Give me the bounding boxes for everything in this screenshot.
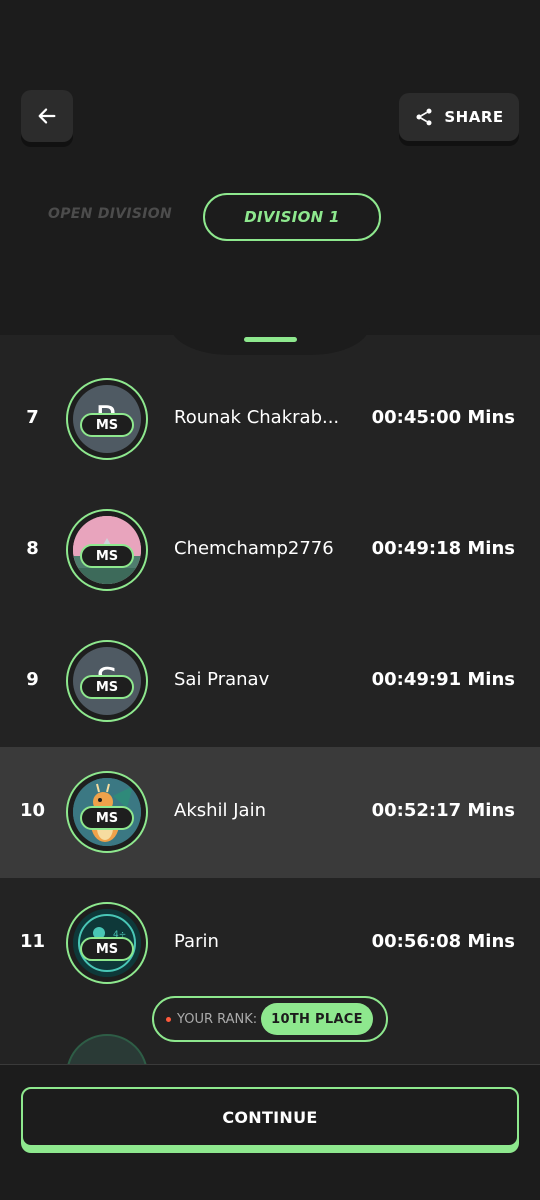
completion-time: 00:56:08 Mins (371, 931, 515, 952)
completion-time: 00:52:17 Mins (371, 800, 515, 821)
rank-number: 8 (26, 538, 39, 559)
player-name: Sai Pranav (174, 669, 270, 690)
share-button[interactable]: SHARE (399, 93, 519, 141)
level-badge: MS (80, 544, 134, 568)
tab-open-division[interactable]: OPEN DIVISION (48, 206, 172, 228)
your-rank-label: YOUR RANK: (177, 1011, 258, 1027)
level-badge: MS (80, 806, 134, 830)
player-name: Parin (174, 931, 219, 952)
sheet-notch (170, 315, 370, 355)
arrow-left-icon (38, 108, 56, 124)
player-name: Chemchamp2776 (174, 538, 334, 559)
player-name: Akshil Jain (174, 800, 266, 821)
header (0, 0, 540, 335)
rank-number: 9 (26, 669, 39, 690)
share-label: SHARE (444, 108, 504, 126)
continue-button[interactable]: CONTINUE (21, 1087, 519, 1147)
leaderboard-row[interactable]: 8 MS Chemchamp2776 00:49:18 Mins (0, 485, 540, 616)
completion-time: 00:45:00 Mins (371, 407, 515, 428)
completion-time: 00:49:18 Mins (371, 538, 515, 559)
status-dot-icon (166, 1016, 171, 1022)
tab-division-1[interactable]: DIVISION 1 (203, 193, 381, 241)
leaderboard-row[interactable]: 7 R MS Rounak Chakrab... 00:45:00 Mins (0, 354, 540, 485)
level-badge: MS (80, 937, 134, 961)
player-name: Rounak Chakrab... (174, 407, 340, 428)
level-badge: MS (80, 675, 134, 699)
completion-time: 00:49:91 Mins (371, 669, 515, 690)
level-badge: MS (80, 413, 134, 437)
rank-number: 10 (19, 800, 46, 821)
share-icon (416, 108, 432, 126)
back-button[interactable] (21, 90, 73, 142)
your-rank-pill[interactable]: YOUR RANK: 10TH PLACE (152, 996, 388, 1042)
your-rank-value: 10TH PLACE (261, 1003, 373, 1035)
rank-number: 7 (26, 407, 39, 428)
leaderboard-row[interactable]: 9 S MS Sai Pranav 00:49:91 Mins (0, 616, 540, 747)
rank-number: 11 (19, 931, 46, 952)
leaderboard-row-current-user[interactable]: 10 MS Akshil Jain 00:52:17 Mins (0, 747, 540, 878)
drag-handle[interactable] (244, 337, 297, 342)
leaderboard-row[interactable]: 11 4÷ 2 8 MS Parin 00:56:08 Mins (0, 878, 540, 1009)
